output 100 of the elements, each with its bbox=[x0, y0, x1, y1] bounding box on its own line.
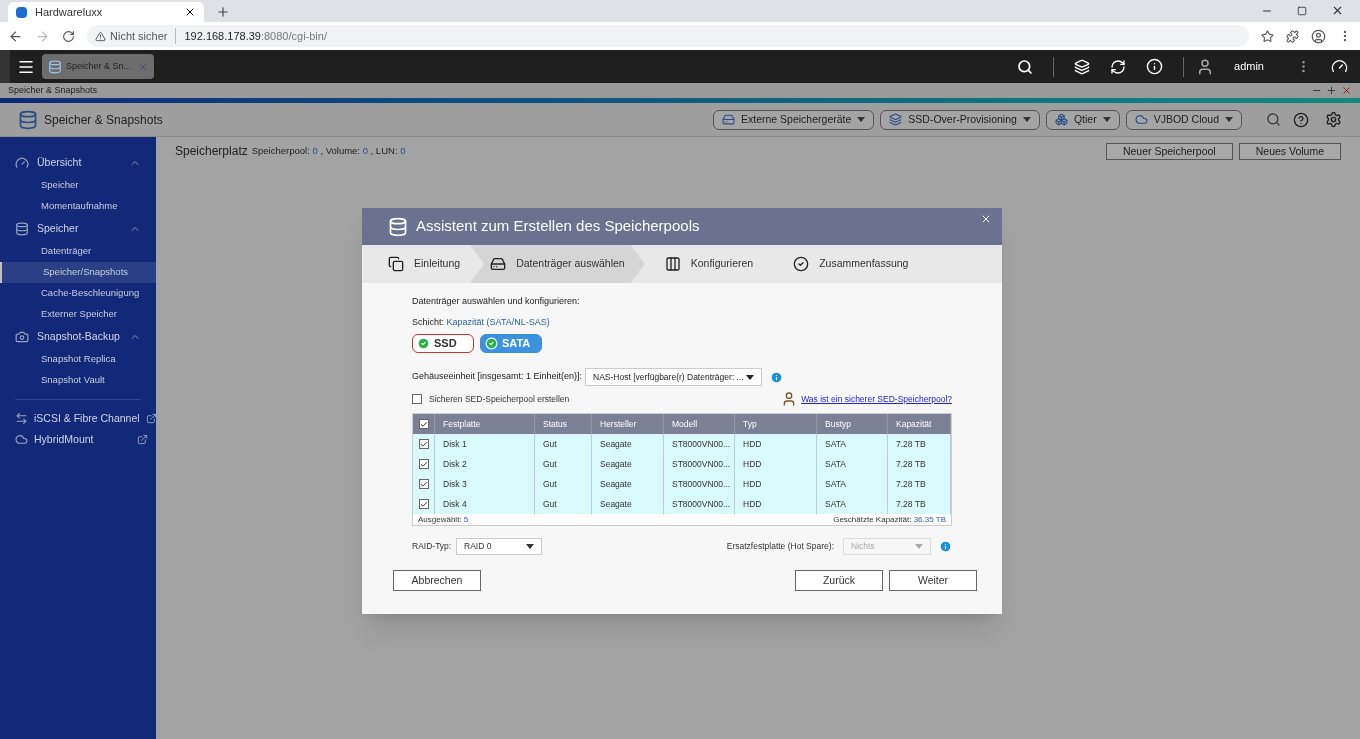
info-icon bbox=[770, 370, 783, 384]
table-cell: Gut bbox=[535, 494, 592, 514]
sidebar-item[interactable]: Speicher/Snapshots bbox=[0, 262, 156, 283]
link-icon bbox=[15, 412, 28, 425]
toolbar-item-icon bbox=[1134, 113, 1148, 126]
instruction-text: Datenträger auswählen und konfigurieren: bbox=[412, 295, 581, 308]
toolbar-item-icon bbox=[889, 113, 903, 126]
next-button[interactable]: Weiter bbox=[889, 570, 977, 591]
url-text: 192.168.178.39:8080/cgi-bin/ bbox=[183, 28, 327, 44]
toolbar-dropdown[interactable]: Externe Speichergeräte bbox=[713, 109, 875, 130]
caret-icon bbox=[1022, 117, 1031, 122]
storage-summary: Speicherpool: 0 , Volume: 0 , LUN: 0 bbox=[251, 143, 407, 158]
checkbox bbox=[412, 394, 422, 404]
wizard-step: Datenträger auswählen bbox=[470, 245, 645, 283]
link-icon bbox=[15, 433, 28, 446]
cancel-button[interactable]: Abbrechen bbox=[393, 570, 481, 591]
back-button[interactable]: Zurück bbox=[795, 570, 883, 591]
sed-checkbox[interactable]: Sicheren SED-Speicherpool erstellen bbox=[412, 392, 782, 406]
app-title: Speicher & Snapshots bbox=[44, 111, 164, 129]
table-cell: Seagate bbox=[592, 494, 664, 514]
help-link[interactable]: Was ist ein sicherer SED-Speicherpool? bbox=[801, 392, 952, 406]
sidebar-item[interactable]: Snapshot Replica bbox=[0, 349, 156, 370]
maximize-icon[interactable] bbox=[1326, 85, 1337, 96]
dashboard-icon[interactable] bbox=[1331, 58, 1348, 75]
wizard-step: Konfigurieren bbox=[644, 245, 774, 283]
toolbar-item-icon bbox=[722, 113, 735, 126]
toolbar-dropdown[interactable]: Qtier bbox=[1045, 109, 1120, 130]
caret-icon bbox=[1225, 117, 1233, 122]
close-icon bbox=[184, 6, 196, 18]
sidebar-section[interactable]: Speicher bbox=[0, 217, 156, 241]
caret-icon bbox=[746, 374, 754, 380]
check-icon bbox=[485, 337, 498, 350]
sidebar-item[interactable]: Speicher bbox=[0, 175, 156, 196]
close-icon bbox=[138, 61, 148, 72]
search-icon[interactable] bbox=[1017, 58, 1034, 75]
field-label: RAID-Typ: bbox=[412, 540, 453, 553]
toolbar-dropdown[interactable]: VJBOD Cloud bbox=[1125, 109, 1242, 130]
storage-app-icon bbox=[48, 59, 62, 74]
section-icon bbox=[15, 222, 29, 236]
raid-select[interactable]: RAID 0 bbox=[456, 538, 542, 555]
browser-tab[interactable]: Hardwareluxx bbox=[8, 2, 204, 22]
security-label: Nicht sicher bbox=[110, 27, 177, 45]
caret-icon bbox=[1102, 117, 1111, 122]
toolbar-item-icon bbox=[1054, 113, 1068, 126]
wizard-step: Zusammenfassung bbox=[773, 245, 929, 283]
tier-text: Schicht: Kapazität (SATA/NL-SAS) bbox=[412, 315, 551, 329]
sidebar-item[interactable]: Datenträger bbox=[0, 241, 156, 262]
table-cell: 7.28 TB bbox=[888, 494, 951, 514]
step-icon bbox=[490, 256, 507, 272]
caret-icon bbox=[857, 117, 866, 122]
sidebar-section[interactable]: Snapshot-Backup bbox=[0, 325, 156, 349]
table-cell: ST8000VN00... bbox=[664, 494, 735, 514]
table-cell: SATA bbox=[817, 494, 888, 514]
step-icon bbox=[793, 256, 810, 272]
app-logo-icon bbox=[16, 6, 27, 18]
external-link-icon bbox=[145, 413, 157, 424]
settings-icon[interactable] bbox=[1325, 111, 1342, 128]
user-menu[interactable]: admin bbox=[1234, 58, 1264, 75]
maximize-icon[interactable] bbox=[1297, 6, 1307, 16]
action-button[interactable]: Neuer Speicherpool bbox=[1105, 142, 1233, 160]
sidebar-item[interactable]: Cache-Beschleunigung bbox=[0, 283, 156, 304]
check-icon bbox=[417, 337, 430, 350]
tier-toggle[interactable]: SSD bbox=[412, 334, 474, 353]
info-icon[interactable] bbox=[1146, 58, 1164, 75]
storage-icon bbox=[388, 216, 408, 237]
caret-icon bbox=[915, 544, 923, 549]
new-tab-icon[interactable] bbox=[216, 5, 230, 19]
external-link-icon bbox=[137, 434, 148, 445]
sidebar-section[interactable]: Übersicht bbox=[0, 151, 156, 175]
estimated-capacity: Geschätzte Kapazität: 36.35 TB bbox=[833, 513, 946, 526]
table-cell: Disk 4 bbox=[435, 494, 535, 514]
sidebar-item[interactable]: Externer Speicher bbox=[0, 304, 156, 325]
wizard-step: Einleitung bbox=[362, 245, 471, 283]
table-cell: HDD bbox=[735, 494, 817, 514]
help-icon[interactable] bbox=[1293, 111, 1309, 128]
enclosure-select[interactable]: NAS-Host [verfügbare(r) Datenträger: ... bbox=[585, 368, 762, 386]
bookmark-icon[interactable] bbox=[1261, 29, 1274, 43]
section-title: Speicherplatz bbox=[175, 143, 248, 160]
caret-icon bbox=[526, 544, 534, 549]
address-bar[interactable]: Nicht sicher 192.168.178.39:8080/cgi-bin/ bbox=[87, 25, 1249, 47]
sidebar-item[interactable]: Momentaufnahme bbox=[0, 196, 156, 217]
back-icon[interactable] bbox=[8, 28, 23, 44]
action-button[interactable]: Neues Volume bbox=[1238, 142, 1341, 160]
close-icon[interactable] bbox=[1331, 4, 1344, 17]
sidebar-item[interactable]: Snapshot Vault bbox=[0, 370, 156, 391]
info-icon bbox=[939, 540, 952, 553]
step-icon bbox=[388, 256, 404, 272]
profile-icon[interactable] bbox=[1311, 28, 1326, 44]
sidebar-link[interactable]: HybridMount bbox=[0, 429, 156, 450]
warning-icon bbox=[95, 30, 106, 42]
extensions-icon[interactable] bbox=[1286, 29, 1299, 43]
storage-app-icon bbox=[18, 109, 38, 130]
field-label: Ersatzfestplatte (Hot Spare): bbox=[726, 540, 834, 553]
sync-icon[interactable] bbox=[1110, 58, 1127, 75]
toolbar-dropdown[interactable]: SSD-Over-Provisioning bbox=[880, 109, 1040, 130]
step-icon bbox=[664, 256, 681, 272]
reload-icon[interactable] bbox=[62, 29, 75, 43]
section-icon bbox=[15, 156, 29, 170]
forward-icon bbox=[35, 28, 50, 44]
sidebar-link[interactable]: iSCSI & Fibre Channel bbox=[0, 408, 156, 429]
